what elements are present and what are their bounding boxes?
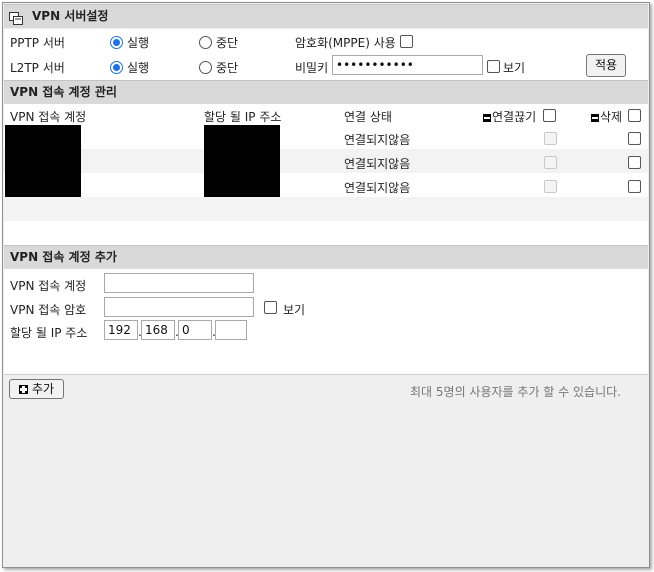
password-field[interactable] [104,297,254,317]
col-delete-header: 삭제 [591,108,622,125]
col-status-header: 연결 상태 [344,110,392,124]
ip-octet-3[interactable]: 0 [178,320,212,340]
l2tp-run-radio[interactable] [110,61,123,74]
row-delete-checkbox[interactable] [628,156,641,169]
account-field-label: VPN 접속 계정 [10,279,87,293]
account-mgmt-title: VPN 접속 계정 관리 [10,85,117,99]
pptp-stop-radio[interactable] [199,36,212,49]
redacted-ip-addresses [204,125,280,197]
secret-key-label: 비밀키 [295,61,329,75]
account-mgmt-header: VPN 접속 계정 관리 [4,80,648,104]
add-account-form [4,269,648,374]
row-disconnect-checkbox [544,156,557,169]
col-delete-label: 삭제 [600,110,623,124]
mppe-checkbox[interactable] [400,35,413,48]
ip-octet-1[interactable]: 192 [104,320,138,340]
l2tp-stop-label[interactable]: 중단 [216,59,238,76]
add-account-button[interactable]: 추가 [9,379,64,399]
row-delete-checkbox[interactable] [628,180,641,193]
redacted-account-names [5,125,81,197]
mppe-label: 암호화(MPPE) 사용 [295,36,396,50]
user-limit-note: 최대 5명의 사용자를 추가 할 수 있습니다. [410,385,621,399]
secret-show-checkbox[interactable] [487,60,500,73]
server-settings-title: VPN 서버설정 [32,9,109,23]
add-account-header: VPN 접속 계정 추가 [4,245,648,269]
collapse-icon [483,113,491,122]
window-settings-icon [9,10,23,25]
secret-key-input[interactable]: ••••••••••• [332,55,483,75]
add-account-title: VPN 접속 계정 추가 [10,250,117,264]
row-status: 연결되지않음 [344,181,411,195]
secret-show-label[interactable]: 보기 [503,59,525,76]
col-disconnect-header: 연결끊기 [483,108,536,125]
col-account-header: VPN 접속 계정 [10,110,87,124]
l2tp-stop-radio[interactable] [199,61,212,74]
col-disconnect-label: 연결끊기 [492,110,537,124]
row-disconnect-checkbox [544,132,557,145]
pptp-run-radio[interactable] [110,36,123,49]
divider [4,374,648,376]
ip-field-label: 할당 될 IP 주소 [10,326,88,340]
password-field-label: VPN 접속 암호 [10,303,87,317]
row-delete-checkbox[interactable] [628,132,641,145]
add-account-button-label: 추가 [31,382,55,396]
collapse-icon [591,113,599,122]
l2tp-server-label: L2TP 서버 [10,61,65,75]
password-show-checkbox[interactable] [264,301,277,314]
row-disconnect-checkbox [544,180,557,193]
col-ip-header: 할당 될 IP 주소 [204,110,282,124]
delete-all-checkbox[interactable] [628,109,641,122]
pptp-stop-label[interactable]: 중단 [216,34,238,51]
pptp-run-label[interactable]: 실행 [127,34,149,51]
pptp-server-label: PPTP 서버 [10,36,65,50]
table-row-empty [4,197,648,221]
ip-octet-4[interactable] [215,320,247,340]
l2tp-run-label[interactable]: 실행 [127,59,149,76]
password-show-label[interactable]: 보기 [283,301,305,318]
disconnect-all-checkbox[interactable] [543,109,556,122]
server-settings-header: VPN 서버설정 [4,4,648,28]
ip-octet-2[interactable]: 168 [141,320,175,340]
account-field[interactable] [104,273,254,293]
vpn-settings-window: VPN 서버설정 PPTP 서버 실행 중단 암호화(MPPE) 사용 L2TP… [2,2,650,568]
row-status: 연결되지않음 [344,133,411,147]
plus-icon [18,385,28,394]
apply-button[interactable]: 적용 [586,54,626,77]
row-status: 연결되지않음 [344,157,411,171]
